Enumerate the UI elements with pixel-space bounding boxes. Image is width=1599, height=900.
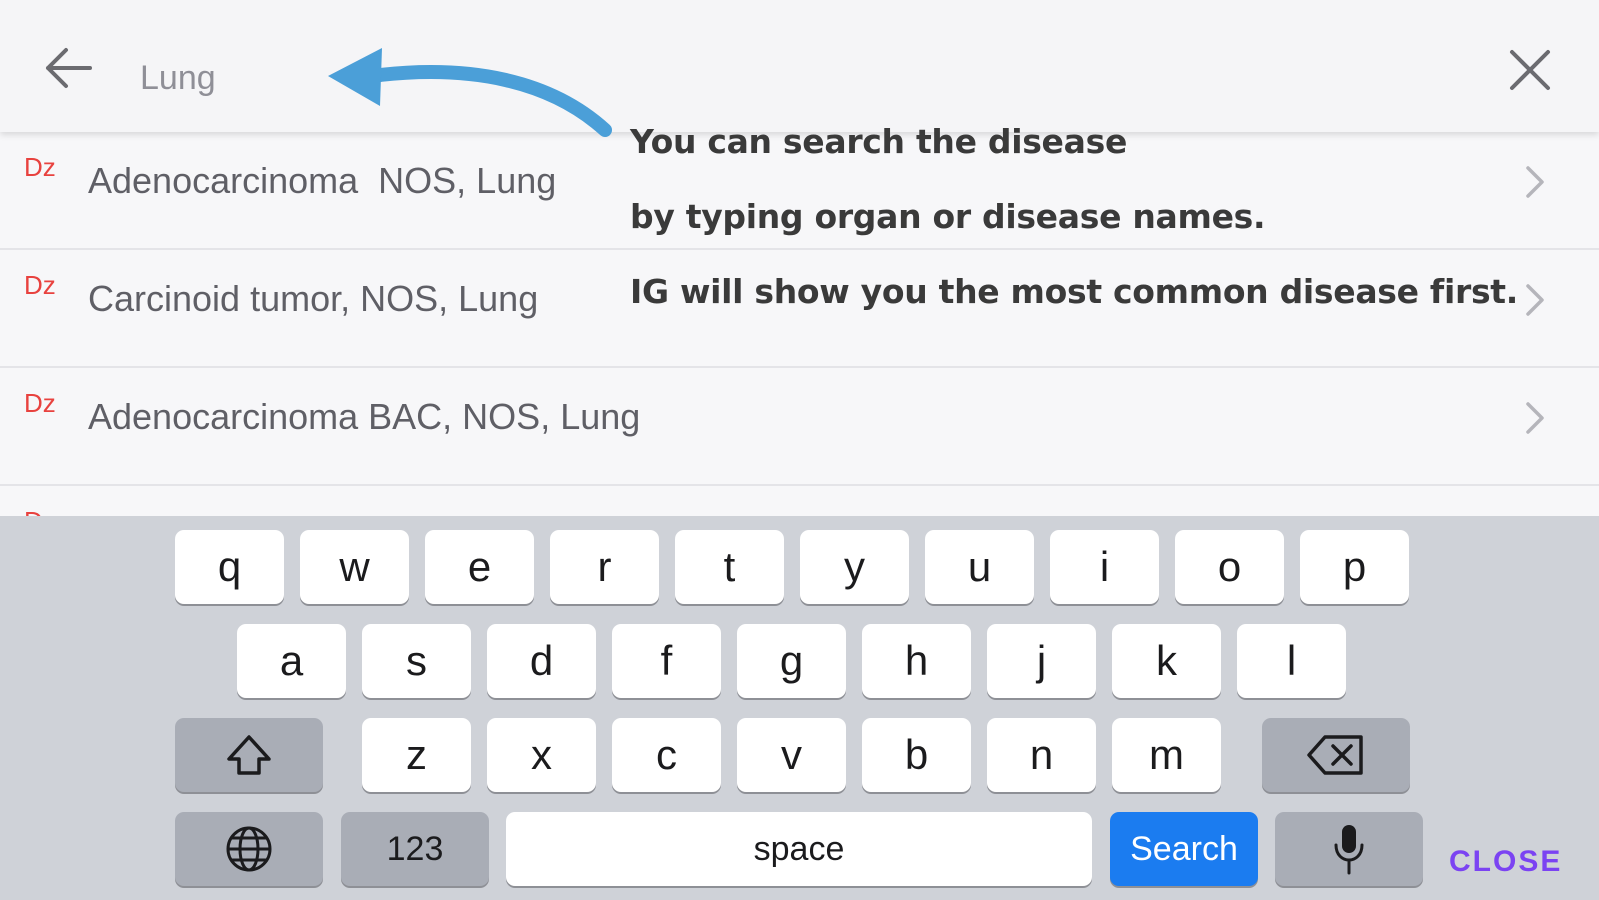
key-h[interactable]: h bbox=[862, 624, 971, 698]
key-p[interactable]: p bbox=[1300, 530, 1409, 604]
tutorial-annotation: You can search the disease by typing org… bbox=[630, 104, 1518, 329]
key-c[interactable]: c bbox=[612, 718, 721, 792]
close-tutorial-button[interactable]: CLOSE bbox=[1449, 845, 1562, 879]
key-r[interactable]: r bbox=[550, 530, 659, 604]
result-label: Adenocarcinoma BAC, NOS, Lung bbox=[88, 396, 641, 437]
backspace-key[interactable] bbox=[1262, 718, 1410, 792]
annotation-line: IG will show you the most common disease… bbox=[630, 272, 1519, 311]
globe-icon bbox=[226, 826, 272, 872]
microphone-key[interactable] bbox=[1275, 812, 1423, 886]
space-key[interactable]: space bbox=[506, 812, 1092, 886]
shift-key[interactable] bbox=[175, 718, 323, 792]
result-label: Carcinoid tumor, NOS, Lung bbox=[88, 278, 539, 319]
key-a[interactable]: a bbox=[237, 624, 346, 698]
key-z[interactable]: z bbox=[362, 718, 471, 792]
microphone-icon bbox=[1334, 825, 1364, 875]
result-label: Adenocarcinoma NOS, Lung bbox=[88, 160, 557, 201]
key-m[interactable]: m bbox=[1112, 718, 1221, 792]
key-d[interactable]: d bbox=[487, 624, 596, 698]
key-e[interactable]: e bbox=[425, 530, 534, 604]
shift-icon bbox=[227, 735, 271, 775]
key-o[interactable]: o bbox=[1175, 530, 1284, 604]
key-u[interactable]: u bbox=[925, 530, 1034, 604]
on-screen-keyboard: q w e r t y u i o p a s d f g h j k l z … bbox=[0, 516, 1599, 900]
result-row[interactable]: Dz bbox=[0, 486, 1599, 516]
key-b[interactable]: b bbox=[862, 718, 971, 792]
globe-key[interactable] bbox=[175, 812, 323, 886]
tutorial-arrow-icon bbox=[328, 48, 612, 137]
annotation-line: by typing organ or disease names. bbox=[630, 197, 1266, 236]
key-t[interactable]: t bbox=[675, 530, 784, 604]
chevron-right-icon bbox=[1526, 402, 1544, 434]
annotation-line: You can search the disease bbox=[630, 122, 1128, 161]
key-i[interactable]: i bbox=[1050, 530, 1159, 604]
clear-search-icon[interactable] bbox=[1504, 44, 1556, 96]
search-key[interactable]: Search bbox=[1110, 812, 1258, 886]
key-w[interactable]: w bbox=[300, 530, 409, 604]
disease-badge: Dz bbox=[24, 506, 56, 516]
key-n[interactable]: n bbox=[987, 718, 1096, 792]
key-g[interactable]: g bbox=[737, 624, 846, 698]
key-j[interactable]: j bbox=[987, 624, 1096, 698]
key-x[interactable]: x bbox=[487, 718, 596, 792]
key-y[interactable]: y bbox=[800, 530, 909, 604]
result-row[interactable]: Dz Adenocarcinoma BAC, NOS, Lung bbox=[0, 368, 1599, 486]
disease-badge: Dz bbox=[24, 270, 56, 300]
backspace-icon bbox=[1307, 735, 1363, 775]
disease-badge: Dz bbox=[24, 152, 56, 182]
key-l[interactable]: l bbox=[1237, 624, 1346, 698]
chevron-right-icon bbox=[1526, 284, 1544, 316]
disease-badge: Dz bbox=[24, 388, 56, 418]
key-v[interactable]: v bbox=[737, 718, 846, 792]
key-s[interactable]: s bbox=[362, 624, 471, 698]
chevron-right-icon bbox=[1526, 166, 1544, 198]
key-f[interactable]: f bbox=[612, 624, 721, 698]
key-k[interactable]: k bbox=[1112, 624, 1221, 698]
numbers-key[interactable]: 123 bbox=[341, 812, 489, 886]
back-arrow-icon[interactable] bbox=[40, 42, 96, 94]
key-q[interactable]: q bbox=[175, 530, 284, 604]
